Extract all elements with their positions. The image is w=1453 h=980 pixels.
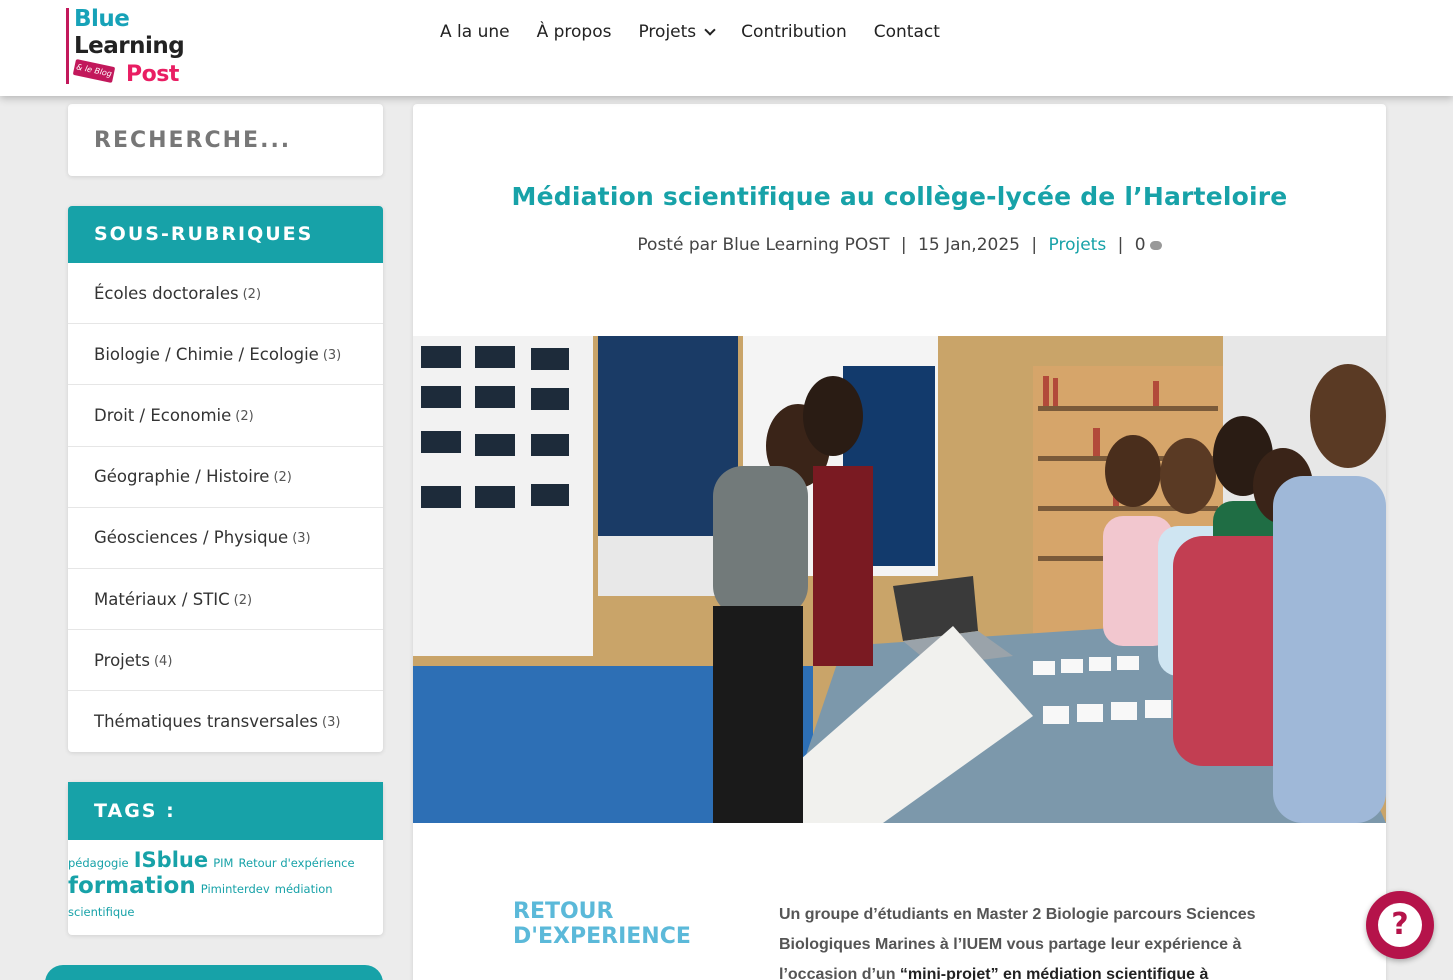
category-count: (3)	[322, 347, 342, 363]
category-count: (2)	[242, 286, 262, 302]
category-item[interactable]: Écoles doctorales (2)	[68, 263, 383, 325]
nav-label: Contribution	[741, 22, 847, 42]
category-count: (2)	[233, 592, 253, 608]
tag-link[interactable]: Piminterdev	[201, 882, 270, 896]
main-nav: A la une À propos Projets Contribution C…	[440, 22, 967, 42]
logo-line-2: Learning	[74, 33, 185, 59]
category-label: Droit / Economie	[94, 405, 232, 425]
category-label: Écoles doctorales	[94, 283, 239, 303]
tag-link[interactable]: Retour d'expérience	[239, 856, 355, 870]
search-input[interactable]	[68, 104, 383, 176]
intro-link[interactable]: “mini-projet” en médiation scientifique …	[900, 966, 1208, 980]
nav-item-projets[interactable]: Projets	[638, 22, 716, 42]
chevron-down-icon	[704, 24, 716, 36]
category-label: Matériaux / STIC	[94, 589, 230, 609]
category-count: (2)	[273, 470, 292, 486]
comment-count[interactable]: 0	[1135, 235, 1146, 255]
logo-line-3: Post	[126, 62, 179, 87]
meta-separator: |	[900, 235, 907, 255]
help-button[interactable]: ?	[1366, 891, 1434, 959]
section-heading: RETOUR D'EXPERIENCE	[513, 899, 691, 949]
category-label: Géographie / Histoire	[94, 467, 270, 487]
logo-bar	[66, 8, 69, 84]
search-box	[68, 104, 383, 176]
nav-label: À propos	[536, 22, 612, 42]
nav-label: Projets	[638, 22, 697, 42]
category-count: (2)	[235, 408, 254, 424]
category-item[interactable]: Projets (4)	[68, 630, 383, 692]
category-item[interactable]: Thématiques transversales (3)	[68, 691, 383, 752]
category-item[interactable]: Biologie / Chimie / Ecologie (3)	[68, 324, 383, 386]
category-label: Biologie / Chimie / Ecologie	[94, 344, 319, 364]
comment-icon	[1149, 240, 1162, 250]
category-count: (3)	[322, 715, 341, 731]
logo-line-1: Blue	[74, 6, 130, 32]
next-widget-header	[45, 965, 383, 980]
classroom-photo-illustration	[413, 336, 1386, 823]
nav-item-contribution[interactable]: Contribution	[741, 22, 847, 42]
article-title: Médiation scientifique au collège-lycée …	[511, 182, 1288, 211]
author-name[interactable]: Blue Learning POST	[722, 235, 889, 255]
tag-link[interactable]: formation	[68, 873, 196, 899]
nav-item-a-propos[interactable]: À propos	[537, 22, 612, 42]
nav-item-a-la-une[interactable]: A la une	[440, 22, 510, 42]
tag-link[interactable]: PIM	[213, 856, 233, 870]
posted-by-prefix: Posté par	[637, 235, 718, 255]
tag-link[interactable]: pédagogie	[68, 856, 129, 870]
category-item[interactable]: Matériaux / STIC (2)	[68, 569, 383, 631]
nav-label: Contact	[873, 22, 940, 42]
article-intro: Un groupe d’étudiants en Master 2 Biolog…	[779, 900, 1284, 980]
category-count: (3)	[292, 531, 311, 547]
article: Médiation scientifique au collège-lycée …	[413, 104, 1386, 980]
category-item[interactable]: Géosciences / Physique (3)	[68, 508, 383, 569]
tag-link[interactable]: ISblue	[134, 848, 208, 872]
tag-cloud: pédagogie ISblue PIM Retour d'expérience…	[68, 840, 383, 920]
category-link[interactable]: Projets	[1049, 235, 1107, 255]
site-header: Blue Learning & le Blog Post A la une À …	[0, 0, 1453, 96]
meta-separator: |	[1117, 235, 1124, 255]
logo-tag: & le Blog	[72, 59, 116, 83]
category-item[interactable]: Géographie / Histoire (2)	[68, 447, 383, 508]
post-date: 15 Jan,2025	[918, 235, 1020, 255]
article-meta: Posté par Blue Learning POST | 15 Jan,20…	[413, 235, 1386, 255]
tags-widget: TAGS : pédagogie ISblue PIM Retour d'exp…	[68, 782, 383, 935]
category-label: Projets	[94, 650, 150, 670]
meta-separator: |	[1031, 235, 1038, 255]
site-logo[interactable]: Blue Learning & le Blog Post	[66, 6, 196, 88]
nav-item-contact[interactable]: Contact	[874, 22, 940, 42]
question-icon: ?	[1378, 903, 1422, 947]
tags-title: TAGS :	[68, 782, 383, 840]
category-count: (4)	[153, 653, 173, 669]
category-label: Thématiques transversales	[94, 712, 319, 732]
subcategories-title: SOUS-RUBRIQUES	[68, 206, 383, 263]
featured-image	[413, 336, 1386, 823]
category-item[interactable]: Droit / Economie (2)	[68, 385, 383, 447]
nav-label: A la une	[440, 22, 510, 42]
category-label: Géosciences / Physique	[94, 528, 289, 548]
subcategories-widget: SOUS-RUBRIQUES Écoles doctorales (2) Biol…	[68, 206, 383, 752]
